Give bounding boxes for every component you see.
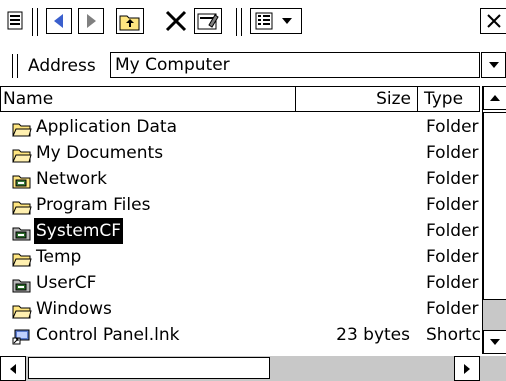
close-icon — [480, 8, 506, 34]
list-item[interactable]: Program Files Folder — [0, 192, 480, 218]
back-button[interactable] — [46, 8, 72, 34]
up-folder-icon — [116, 8, 144, 34]
delete-icon — [162, 8, 190, 34]
column-header-type[interactable]: Type — [418, 86, 480, 112]
scroll-up-button[interactable] — [483, 86, 506, 110]
up-folder-button[interactable] — [116, 8, 144, 34]
folder-icon — [12, 145, 32, 163]
delete-button[interactable] — [162, 8, 190, 34]
list-item[interactable]: Windows Folder — [0, 296, 480, 322]
network-folder-icon — [12, 171, 32, 189]
file-name: Application Data — [36, 117, 177, 137]
file-type: Folder — [426, 169, 479, 189]
forward-button[interactable] — [78, 8, 104, 34]
file-type: Folder — [426, 299, 479, 319]
file-type: Folder — [426, 195, 479, 215]
file-type: Folder — [426, 117, 479, 137]
column-header-name[interactable]: Name — [0, 86, 296, 112]
storage-card-icon — [12, 275, 32, 293]
column-header-size[interactable]: Size — [296, 86, 418, 112]
file-type: Shortc — [426, 325, 480, 345]
forward-icon — [78, 8, 104, 34]
scroll-down-button[interactable] — [483, 330, 506, 354]
horizontal-scrollbar[interactable] — [0, 356, 480, 381]
file-name: UserCF — [36, 273, 97, 293]
close-button[interactable] — [480, 8, 506, 34]
address-label: Address — [28, 56, 96, 76]
toolbar — [0, 0, 506, 44]
file-type: Folder — [426, 247, 479, 267]
address-input[interactable]: My Computer — [110, 52, 480, 78]
arrow-down-icon — [490, 339, 500, 345]
back-icon — [46, 8, 72, 34]
vertical-scrollbar[interactable] — [482, 86, 506, 354]
view-icon — [250, 8, 302, 34]
file-type: Folder — [426, 221, 479, 241]
file-size: 23 bytes — [336, 325, 410, 345]
chevron-down-icon — [282, 18, 292, 24]
view-menu-button[interactable] — [250, 8, 302, 34]
list-header: Name Size Type — [0, 86, 480, 112]
shortcut-icon — [12, 327, 32, 345]
arrow-right-icon — [464, 363, 470, 374]
file-list[interactable]: Name Size Type Application Data Folder My … — [0, 86, 506, 354]
storage-card-icon — [12, 223, 32, 241]
toolbar-grip-2[interactable] — [236, 8, 242, 36]
file-name: Program Files — [36, 195, 151, 215]
file-name: SystemCF — [34, 218, 124, 244]
file-name: Windows — [36, 299, 112, 319]
scroll-left-button[interactable] — [0, 356, 26, 381]
list-item[interactable]: Network Folder — [0, 166, 480, 192]
scrollbar-corner — [480, 356, 506, 381]
list-item[interactable]: My Documents Folder — [0, 140, 480, 166]
folder-icon — [12, 301, 32, 319]
file-type: Folder — [426, 273, 479, 293]
properties-button[interactable] — [194, 8, 222, 34]
arrow-up-icon — [490, 95, 500, 101]
file-name: Control Panel.lnk — [36, 325, 180, 345]
app-menu-icon[interactable] — [6, 8, 26, 34]
list-item[interactable]: SystemCF Folder — [0, 218, 480, 244]
scroll-right-button[interactable] — [454, 356, 480, 381]
address-dropdown-button[interactable] — [481, 52, 506, 78]
file-name: Temp — [36, 247, 82, 267]
properties-icon — [194, 8, 222, 34]
horizontal-scroll-thumb[interactable] — [28, 357, 270, 379]
arrow-left-icon — [10, 363, 16, 374]
list-item[interactable]: Temp Folder — [0, 244, 480, 270]
list-item[interactable]: Application Data Folder — [0, 114, 480, 140]
file-name: My Documents — [36, 143, 164, 163]
folder-icon — [12, 119, 32, 137]
file-name: Network — [36, 169, 107, 189]
folder-icon — [12, 197, 32, 215]
list-item[interactable]: Control Panel.lnk 23 bytes Shortc — [0, 322, 480, 348]
chevron-down-icon — [488, 62, 499, 68]
vertical-scroll-thumb[interactable] — [483, 112, 506, 300]
address-bar-grip[interactable] — [12, 54, 18, 78]
toolbar-grip[interactable] — [32, 8, 38, 36]
folder-icon — [12, 249, 32, 267]
file-type: Folder — [426, 143, 479, 163]
vertical-scroll-track[interactable] — [483, 300, 506, 330]
list-item[interactable]: UserCF Folder — [0, 270, 480, 296]
